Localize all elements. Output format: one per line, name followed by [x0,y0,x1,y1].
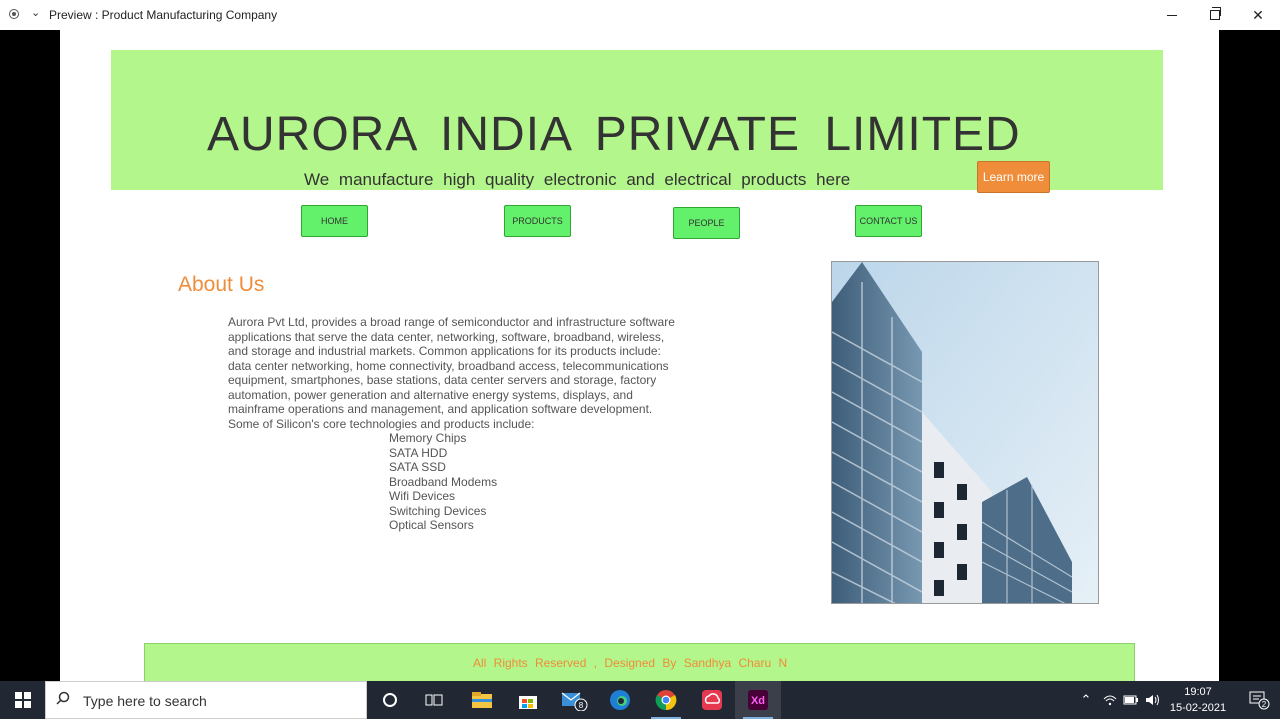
chevron-up-icon: ⌃ [1080,692,1092,707]
close-icon: ✕ [1252,6,1264,23]
list-item: Optical Sensors [389,518,474,532]
taskbar-search[interactable]: Type here to search [45,681,367,719]
tagline: We manufacture high quality electronic a… [304,170,851,189]
list-item: Broadband Modems [389,474,498,489]
folder-icon [472,692,492,708]
page-preview: AURORA INDIA PRIVATE LIMITED We manufact… [60,30,1219,681]
search-icon [56,691,70,705]
company-name: AURORA INDIA PRIVATE LIMITED [207,108,1021,161]
creative-cloud-button[interactable] [689,681,735,719]
battery-icon [1123,695,1138,705]
show-hidden-icons-button[interactable]: ⌃ [1076,681,1096,719]
list-item: SATA SSD [389,460,446,474]
mail-icon: 8 [561,692,588,711]
app-icon [9,9,19,19]
chrome-icon [655,690,677,711]
windows-icon [14,692,31,708]
cortana-icon [383,693,397,707]
mail-button[interactable]: 8 [551,681,597,719]
learn-more-button[interactable]: Learn more [977,161,1050,193]
edge-icon [610,690,630,710]
list-item: SATA HDD [389,445,448,460]
adobe-xd-icon: Xd [748,690,768,710]
maximize-button[interactable] [1193,0,1237,30]
about-text: Aurora Pvt Ltd, provides a broad range o… [228,315,675,431]
window-titlebar: ⌄ Preview : Product Manufacturing Compan… [0,0,1280,30]
nav-contact-button[interactable]: CONTACT US [855,205,922,237]
about-title: About Us [178,273,265,296]
chrome-button[interactable] [643,681,689,719]
adobe-xd-button[interactable]: Xd [735,681,781,719]
volume-icon[interactable] [1143,681,1163,719]
minimize-button[interactable] [1150,0,1194,30]
list-item: Switching Devices [389,503,487,518]
products-list: Memory Chips SATA HDD SATA SSD Broadband… [389,431,497,533]
site-header: AURORA INDIA PRIVATE LIMITED We manufact… [111,50,1163,193]
creative-cloud-icon [702,690,722,710]
task-view-icon [425,694,443,706]
restore-icon [1210,7,1221,20]
file-explorer-button[interactable] [459,681,505,719]
search-placeholder: Type here to search [83,693,207,709]
wifi-icon[interactable] [1100,681,1120,719]
task-view-button[interactable] [411,681,457,719]
volume-icon [1146,694,1159,706]
svg-text:Xd: Xd [751,695,765,707]
chevron-down-icon[interactable]: ⌄ [31,6,40,19]
list-item: Memory Chips [389,431,467,445]
notification-count: 2 [1262,700,1267,709]
store-icon [519,696,537,709]
taskbar: Type here to search 8 Xd ⌃ 19:07 15-02-2… [0,681,1280,719]
mail-badge: 8 [579,701,584,710]
clock-time: 19:07 [1184,686,1212,698]
cortana-button[interactable] [367,681,413,719]
close-button[interactable]: ✕ [1236,0,1280,30]
nav-home-button[interactable]: HOME [301,205,368,237]
list-item: Wifi Devices [389,489,456,503]
notifications-button[interactable]: 2 [1238,681,1280,719]
window-title: Preview : Product Manufacturing Company [49,8,278,22]
building-image [831,261,1099,604]
notification-icon: 2 [1249,691,1270,710]
system-clock[interactable]: 19:07 15-02-2021 [1166,684,1230,716]
clock-date: 15-02-2021 [1169,702,1227,714]
site-footer: All Rights Reserved , Designed By Sandhy… [144,643,1135,681]
footer-text: All Rights Reserved , Designed By Sandhy… [473,656,788,670]
nav-people-button[interactable]: PEOPLE [673,207,740,239]
wifi-icon [1103,695,1117,706]
nav-products-button[interactable]: PRODUCTS [504,205,571,237]
edge-button[interactable] [597,681,643,719]
store-button[interactable] [505,681,551,719]
start-button[interactable] [0,681,45,719]
battery-icon[interactable] [1121,681,1141,719]
minimize-icon [1167,14,1177,16]
